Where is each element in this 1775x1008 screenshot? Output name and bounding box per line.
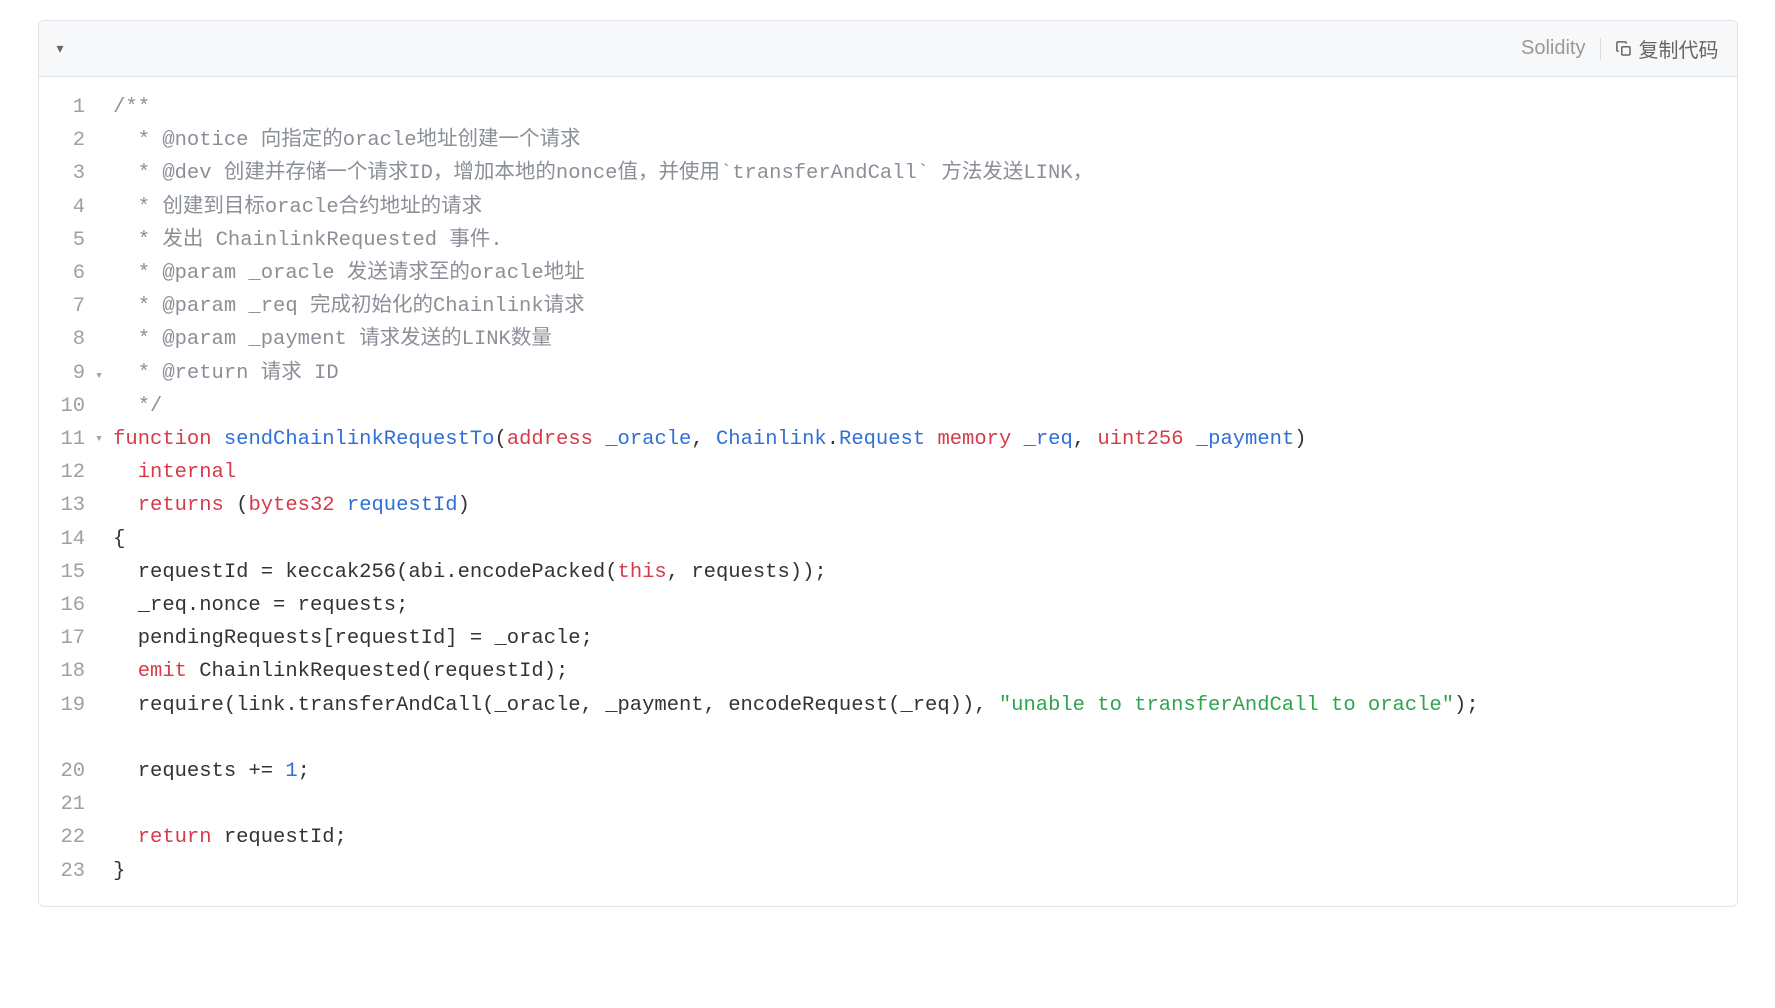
code-line: * @notice 向指定的oracle地址创建一个请求 [113,124,1718,157]
code-line: _req.nonce = requests; [113,589,1718,622]
line-number: 14 [61,523,86,556]
code-line: * @return 请求 ID [113,357,1718,390]
line-number: 3 [61,157,86,190]
fold-spacer [95,112,113,133]
line-number: 23 [61,855,86,888]
code-line: pendingRequests[requestId] = _oracle; [113,622,1718,655]
line-number: 9 [61,357,86,390]
line-number: 12 [61,456,86,489]
fold-spacer [95,259,113,280]
line-number: 15 [61,556,86,589]
code-line: require(link.transferAndCall(_oracle, _p… [113,689,1718,755]
code-line: function sendChainlinkRequestTo(address … [113,423,1718,456]
fold-spacer [95,301,113,322]
code-line: * @param _payment 请求发送的LINK数量 [113,323,1718,356]
fold-spacer [95,217,113,238]
fold-spacer [95,554,113,575]
fold-spacer [95,91,113,112]
code-line: } [113,855,1718,888]
line-number: 20 [61,755,86,788]
fold-spacer [95,575,113,596]
copy-code-button[interactable]: 复制代码 [1615,34,1719,63]
code-line: return requestId; [113,821,1718,854]
fold-spacer [95,470,113,491]
language-label: Solidity [1521,37,1585,60]
code-body: 12345678910111213141516171819 20212223 ▾… [39,77,1737,906]
fold-spacer [95,133,113,154]
code-line: * 创建到目标oracle合约地址的请求 [113,191,1718,224]
header-left: ▾ [57,40,64,57]
code-line: * 发出 ChainlinkRequested 事件. [113,224,1718,257]
fold-spacer [95,154,113,175]
code-line: emit ChainlinkRequested(requestId); [113,655,1718,688]
fold-spacer [95,238,113,259]
line-number: 22 [61,821,86,854]
fold-spacer [95,512,113,533]
fold-spacer [95,449,113,470]
line-number: 18 [61,655,86,688]
code-line: requests += 1; [113,755,1718,788]
copy-icon [1615,40,1633,58]
fold-spacer [95,407,113,428]
line-number: 19 [61,689,86,722]
code-header: ▾ Solidity 复制代码 [39,21,1737,77]
line-number: 8 [61,323,86,356]
fold-caret-icon[interactable]: ▾ [95,365,113,386]
fold-spacer [95,344,113,365]
code-line: { [113,523,1718,556]
code-line [113,788,1718,821]
line-number: 4 [61,191,86,224]
line-number: 21 [61,788,86,821]
line-number: 5 [61,224,86,257]
line-number: 1 [61,91,86,124]
collapse-caret-icon[interactable]: ▾ [57,40,64,57]
code-block: ▾ Solidity 复制代码 123456789101112131415161… [38,20,1738,907]
line-number: 6 [61,257,86,290]
header-right: Solidity 复制代码 [1521,34,1718,63]
code-line: /** [113,91,1718,124]
code-content[interactable]: /** * @notice 向指定的oracle地址创建一个请求 * @dev … [113,91,1736,888]
code-line: * @param _req 完成初始化的Chainlink请求 [113,290,1718,323]
fold-spacer [95,323,113,344]
fold-caret-icon[interactable]: ▾ [95,428,113,449]
fold-spacer [95,533,113,554]
fold-spacer [95,175,113,196]
code-line: internal [113,456,1718,489]
line-number: 11 [61,423,86,456]
line-number: 7 [61,290,86,323]
copy-code-label: 复制代码 [1639,34,1719,63]
fold-spacer [95,196,113,217]
fold-column: ▾▾ [95,91,113,888]
fold-spacer [95,280,113,301]
line-number: 17 [61,622,86,655]
line-number: 16 [61,589,86,622]
code-line: */ [113,390,1718,423]
code-line: * @param _oracle 发送请求至的oracle地址 [113,257,1718,290]
line-number: 13 [61,489,86,522]
vertical-divider [1600,38,1601,60]
code-line: returns (bytes32 requestId) [113,489,1718,522]
code-line: requestId = keccak256(abi.encodePacked(t… [113,556,1718,589]
line-number-gutter: 12345678910111213141516171819 20212223 [39,91,96,888]
code-line: * @dev 创建并存储一个请求ID，增加本地的nonce值，并使用`trans… [113,157,1718,190]
fold-spacer [95,386,113,407]
line-number: 10 [61,390,86,423]
line-number: 2 [61,124,86,157]
